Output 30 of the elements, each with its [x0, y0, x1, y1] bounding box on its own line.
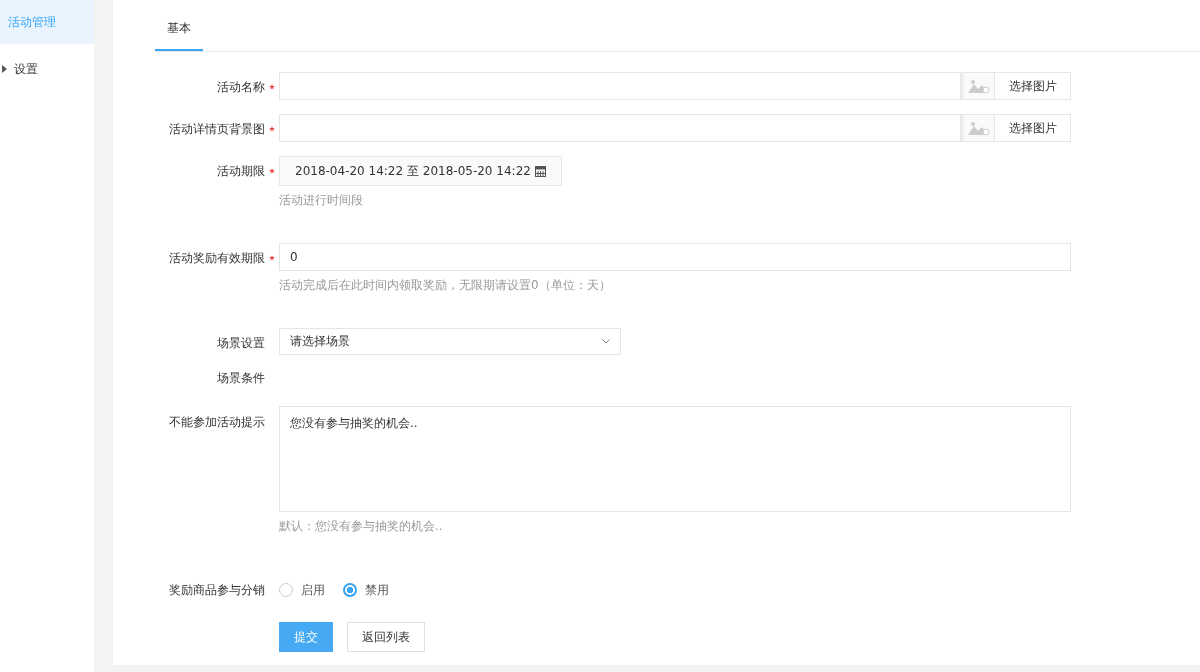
input-field[interactable] — [279, 72, 961, 100]
select-image-button[interactable]: 选择图片 — [995, 114, 1071, 142]
field-label: 活动期限 — [217, 163, 265, 180]
back-button[interactable]: 返回列表 — [347, 622, 425, 652]
input-field[interactable]: 0 — [279, 243, 1071, 271]
field-label: 活动奖励有效期限 — [169, 250, 265, 267]
caret-icon — [2, 65, 7, 73]
help-text: 活动进行时间段 — [279, 192, 364, 209]
image-icon — [968, 121, 990, 135]
image-icon — [968, 79, 990, 93]
tab[interactable]: 基本 — [155, 17, 203, 51]
calendar-icon — [534, 165, 546, 177]
textarea-field[interactable]: 您没有参与抽奖的机会.. — [279, 406, 1071, 512]
select-image-button[interactable]: 选择图片 — [995, 72, 1071, 100]
field-label: 不能参加活动提示 — [169, 414, 265, 431]
date-range-field[interactable]: 2018-04-20 14:22 至 2018-05-20 14:22 — [279, 156, 562, 186]
field-label: 奖励商品参与分销 — [169, 582, 265, 599]
help-text: 活动完成后在此时间内领取奖励，无限期请设置0（单位：天） — [279, 277, 612, 294]
radio-option[interactable]: 禁用 — [343, 581, 389, 599]
scene-select[interactable]: 请选择场景 — [279, 328, 621, 355]
field-label: 场景设置 — [217, 335, 265, 352]
chevron-down-icon — [602, 339, 610, 344]
radio-icon[interactable] — [343, 583, 357, 597]
field-label: 场景条件 — [217, 370, 265, 387]
input-field[interactable] — [279, 114, 961, 142]
sidebar-item[interactable]: 设置 — [0, 47, 94, 91]
help-text: 默认：您没有参与抽奖的机会.. — [279, 518, 444, 535]
field-label: 活动详情页背景图 — [169, 121, 265, 138]
field-label: 活动名称 — [217, 79, 265, 96]
radio-option[interactable]: 启用 — [279, 581, 325, 599]
